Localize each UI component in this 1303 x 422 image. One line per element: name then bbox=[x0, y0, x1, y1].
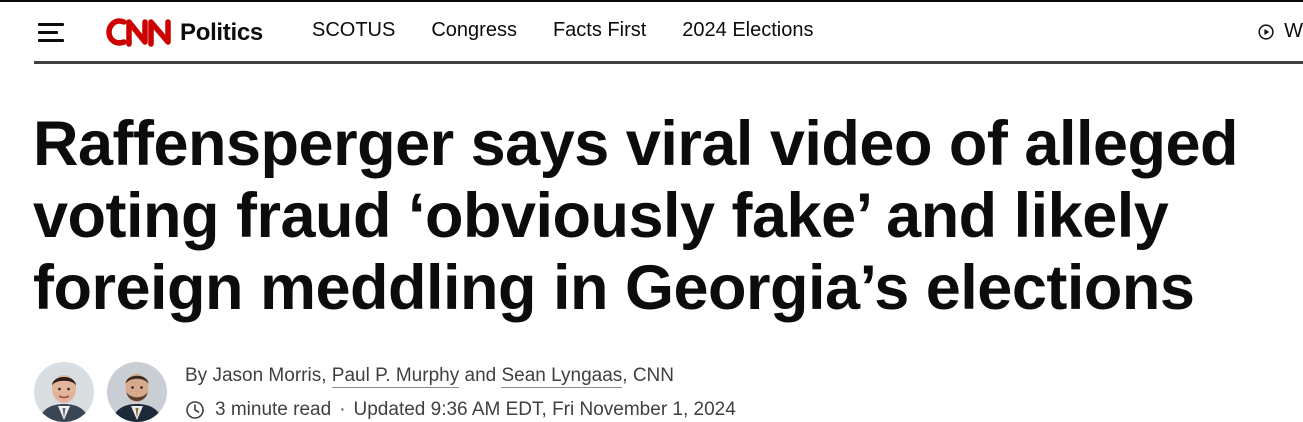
meta-separator: · bbox=[339, 399, 346, 420]
nav-item-congress[interactable]: Congress bbox=[431, 19, 517, 42]
author-link-paul-murphy[interactable]: Paul P. Murphy bbox=[331, 365, 460, 388]
avatar-image bbox=[107, 362, 167, 422]
avatar-image bbox=[34, 362, 94, 422]
author-link-sean-lyngaas[interactable]: Sean Lyngaas bbox=[501, 365, 623, 388]
hamburger-menu-icon[interactable] bbox=[38, 23, 66, 43]
cnn-politics-logo[interactable]: Politics bbox=[106, 14, 263, 50]
article-meta: 3 minute read · Updated 9:36 AM EDT, Fri… bbox=[185, 399, 736, 421]
author-avatar-sean-lyngaas[interactable] bbox=[107, 362, 167, 422]
read-time: 3 minute read bbox=[215, 399, 332, 420]
article-byline-area: By Jason Morris, Paul P. Murphy and Sean… bbox=[34, 358, 1303, 422]
clock-icon bbox=[186, 401, 204, 419]
article-headline: Raffensperger says viral video of allege… bbox=[33, 109, 1239, 323]
nav-item-scotus[interactable]: SCOTUS bbox=[312, 19, 395, 42]
section-nav: SCOTUS Congress Facts First 2024 Electio… bbox=[312, 19, 850, 42]
cnn-logo-icon bbox=[106, 15, 174, 49]
section-name: Politics bbox=[180, 19, 263, 46]
watch-label: W bbox=[1284, 20, 1303, 42]
byline-suffix: , CNN bbox=[622, 365, 675, 386]
byline: By Jason Morris, Paul P. Murphy and Sean… bbox=[185, 365, 675, 388]
updated-timestamp: Updated 9:36 AM EDT, Fri November 1, 202… bbox=[353, 399, 736, 420]
byline-prefix: By Jason Morris, bbox=[185, 365, 332, 386]
nav-item-facts-first[interactable]: Facts First bbox=[553, 19, 646, 42]
play-circle-icon bbox=[1258, 23, 1274, 40]
site-header: Politics SCOTUS Congress Facts First 202… bbox=[34, 2, 1303, 62]
header-divider bbox=[34, 61, 1303, 64]
byline-middle: and bbox=[459, 365, 502, 386]
author-avatar-paul-murphy[interactable] bbox=[34, 362, 94, 422]
watch-button[interactable]: W bbox=[1258, 20, 1303, 43]
nav-item-2024-elections[interactable]: 2024 Elections bbox=[682, 19, 813, 42]
